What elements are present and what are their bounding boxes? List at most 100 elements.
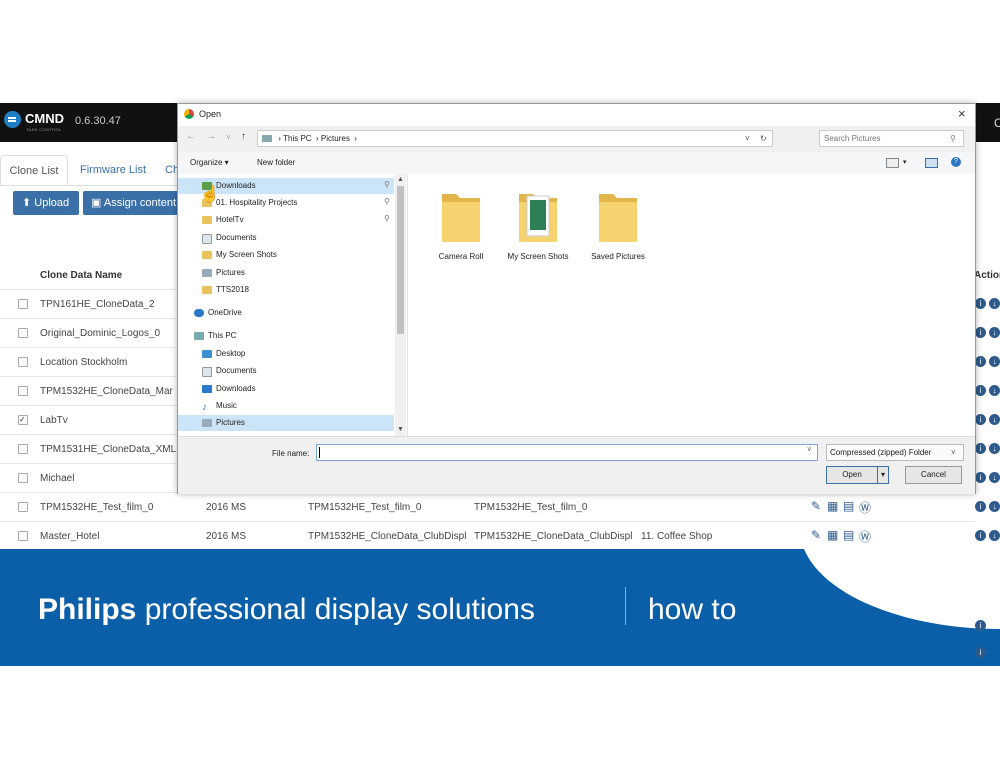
nav-item[interactable]: TTS2018 bbox=[178, 282, 394, 298]
download-icon[interactable]: ↓ bbox=[989, 356, 1000, 367]
assign-label: Assign content bbox=[103, 197, 177, 209]
refresh-icon[interactable]: ↻ bbox=[760, 131, 767, 146]
nav-item[interactable]: My Screen Shots bbox=[178, 247, 394, 263]
info-icon[interactable]: i bbox=[975, 530, 986, 541]
file-type-dropdown-icon[interactable]: ˅ bbox=[951, 445, 956, 460]
row-checkbox[interactable] bbox=[18, 386, 28, 396]
chevron-down-icon[interactable]: ˅ bbox=[226, 133, 231, 142]
upload-button[interactable]: ⬆ Upload bbox=[13, 191, 79, 215]
nav-item[interactable]: OneDrive bbox=[178, 305, 394, 321]
address-dropdown-icon[interactable]: ˅ bbox=[745, 131, 750, 146]
cell-clone-a: TPM1532HE_CloneData_ClubDispl bbox=[308, 531, 467, 542]
dialog-title: Open bbox=[199, 109, 222, 119]
download-icon[interactable]: ↓ bbox=[989, 443, 1000, 454]
row-checkbox[interactable]: ✓ bbox=[18, 415, 28, 425]
info-icon[interactable]: i bbox=[975, 472, 986, 483]
pictures-icon bbox=[202, 419, 212, 427]
view-dropdown-icon[interactable]: ▾ bbox=[903, 158, 907, 166]
folder-icon bbox=[202, 216, 212, 224]
scroll-down-icon[interactable]: ▼ bbox=[397, 426, 404, 433]
row-checkbox[interactable] bbox=[18, 357, 28, 367]
new-folder-button[interactable]: New folder bbox=[257, 158, 295, 167]
breadcrumb-this-pc[interactable]: This PC bbox=[283, 134, 311, 143]
table-row[interactable]: Master_Hotel 2016 MS TPM1532HE_CloneData_C… bbox=[0, 521, 1000, 551]
brand-tagline: TAKE CONTROL bbox=[26, 127, 62, 132]
folder-item[interactable]: Saved Pictures bbox=[573, 184, 663, 264]
pin-icon[interactable]: ⚲ bbox=[384, 214, 390, 223]
edit-icon[interactable]: ✎ bbox=[811, 528, 821, 542]
tab-firmware-list[interactable]: Firmware List bbox=[80, 155, 146, 185]
nav-item[interactable]: This PC bbox=[178, 328, 394, 344]
download-icon[interactable]: ↓ bbox=[989, 327, 1000, 338]
web-icon[interactable]: Ⓦ bbox=[859, 528, 871, 545]
row-checkbox[interactable] bbox=[18, 444, 28, 454]
download-icon[interactable]: ↓ bbox=[989, 298, 1000, 309]
cancel-button[interactable]: Cancel bbox=[905, 466, 962, 484]
view-options-icon[interactable] bbox=[886, 158, 899, 168]
download-icon[interactable]: ↓ bbox=[989, 530, 1000, 541]
music-icon: ♪ bbox=[202, 402, 207, 413]
edit-icon[interactable]: ✎ bbox=[811, 499, 821, 513]
web-icon[interactable]: Ⓦ bbox=[859, 499, 871, 516]
address-bar[interactable]: › This PC › Pictures › ˅ ↻ bbox=[257, 130, 773, 147]
cell-name: Michael bbox=[40, 473, 75, 484]
close-button[interactable]: × bbox=[958, 106, 966, 121]
pin-icon[interactable]: ⚲ bbox=[384, 197, 390, 206]
info-icon[interactable]: i bbox=[975, 620, 986, 631]
row-checkbox[interactable] bbox=[18, 328, 28, 338]
nav-item[interactable]: Downloads bbox=[178, 381, 394, 397]
info-icon[interactable]: i bbox=[975, 327, 986, 338]
search-input[interactable]: Search Pictures ⚲ bbox=[819, 130, 964, 147]
download-icon[interactable]: ↓ bbox=[989, 414, 1000, 425]
info-icon[interactable]: i bbox=[975, 501, 986, 512]
list-icon[interactable]: ▤ bbox=[843, 499, 854, 513]
table-row[interactable]: TPM1532HE_Test_film_0 2016 MS TPM1532HE_Te… bbox=[0, 492, 1000, 522]
open-dropdown-button[interactable]: ▾ bbox=[877, 466, 889, 484]
organize-button[interactable]: Organize ▾ bbox=[190, 158, 229, 167]
download-icon[interactable]: ↓ bbox=[989, 472, 1000, 483]
column-header-name[interactable]: Clone Data Name bbox=[40, 270, 122, 281]
nav-item[interactable]: Documents bbox=[178, 363, 394, 379]
up-arrow-icon[interactable]: ↑ bbox=[241, 131, 246, 142]
row-checkbox[interactable] bbox=[18, 531, 28, 541]
list-icon[interactable]: ▤ bbox=[843, 528, 854, 542]
folder-item[interactable]: My Screen Shots bbox=[493, 184, 583, 264]
info-icon[interactable]: i bbox=[975, 647, 986, 658]
nav-item-label: Pictures bbox=[216, 418, 245, 427]
download-icon[interactable]: ↓ bbox=[989, 501, 1000, 512]
cell-clone-a: TPM1532HE_Test_film_0 bbox=[308, 502, 422, 513]
nav-item[interactable]: Pictures bbox=[178, 415, 394, 431]
file-name-dropdown-icon[interactable]: ˅ bbox=[807, 445, 812, 454]
nav-item[interactable]: Documents bbox=[178, 230, 394, 246]
nav-item[interactable]: HotelTv ⚲ bbox=[178, 212, 394, 228]
row-checkbox[interactable] bbox=[18, 473, 28, 483]
row-checkbox[interactable] bbox=[18, 299, 28, 309]
open-button[interactable]: Open bbox=[826, 466, 878, 484]
info-icon[interactable]: i bbox=[975, 356, 986, 367]
help-icon[interactable]: ? bbox=[951, 157, 961, 167]
breadcrumb-pictures[interactable]: Pictures bbox=[321, 134, 350, 143]
upload-label: Upload bbox=[34, 197, 70, 209]
info-icon[interactable]: i bbox=[975, 414, 986, 425]
info-icon[interactable]: i bbox=[975, 385, 986, 396]
pin-icon[interactable]: ⚲ bbox=[384, 180, 390, 189]
grid-icon[interactable]: ▦ bbox=[827, 499, 838, 513]
folder-label: Saved Pictures bbox=[591, 252, 645, 261]
nav-scroll-thumb[interactable] bbox=[397, 186, 404, 334]
file-name-input[interactable]: ˅ bbox=[316, 444, 818, 461]
grid-icon[interactable]: ▦ bbox=[827, 528, 838, 542]
tab-clone-list[interactable]: Clone List bbox=[0, 155, 68, 186]
nav-item[interactable]: ♪ Music bbox=[178, 398, 394, 414]
row-checkbox[interactable] bbox=[18, 502, 28, 512]
info-icon[interactable]: i bbox=[975, 443, 986, 454]
assign-content-button[interactable]: ▣ Assign content bbox=[83, 191, 178, 215]
download-icon[interactable]: ↓ bbox=[989, 385, 1000, 396]
forward-arrow-icon[interactable]: → bbox=[206, 131, 216, 142]
nav-item[interactable]: Pictures bbox=[178, 265, 394, 281]
scroll-up-icon[interactable]: ▲ bbox=[397, 176, 404, 183]
preview-pane-icon[interactable] bbox=[925, 158, 938, 168]
info-icon[interactable]: i bbox=[975, 298, 986, 309]
back-arrow-icon[interactable]: ← bbox=[186, 131, 196, 142]
file-type-select[interactable]: Compressed (zipped) Folder ˅ bbox=[826, 444, 964, 461]
nav-item[interactable]: Desktop bbox=[178, 346, 394, 362]
